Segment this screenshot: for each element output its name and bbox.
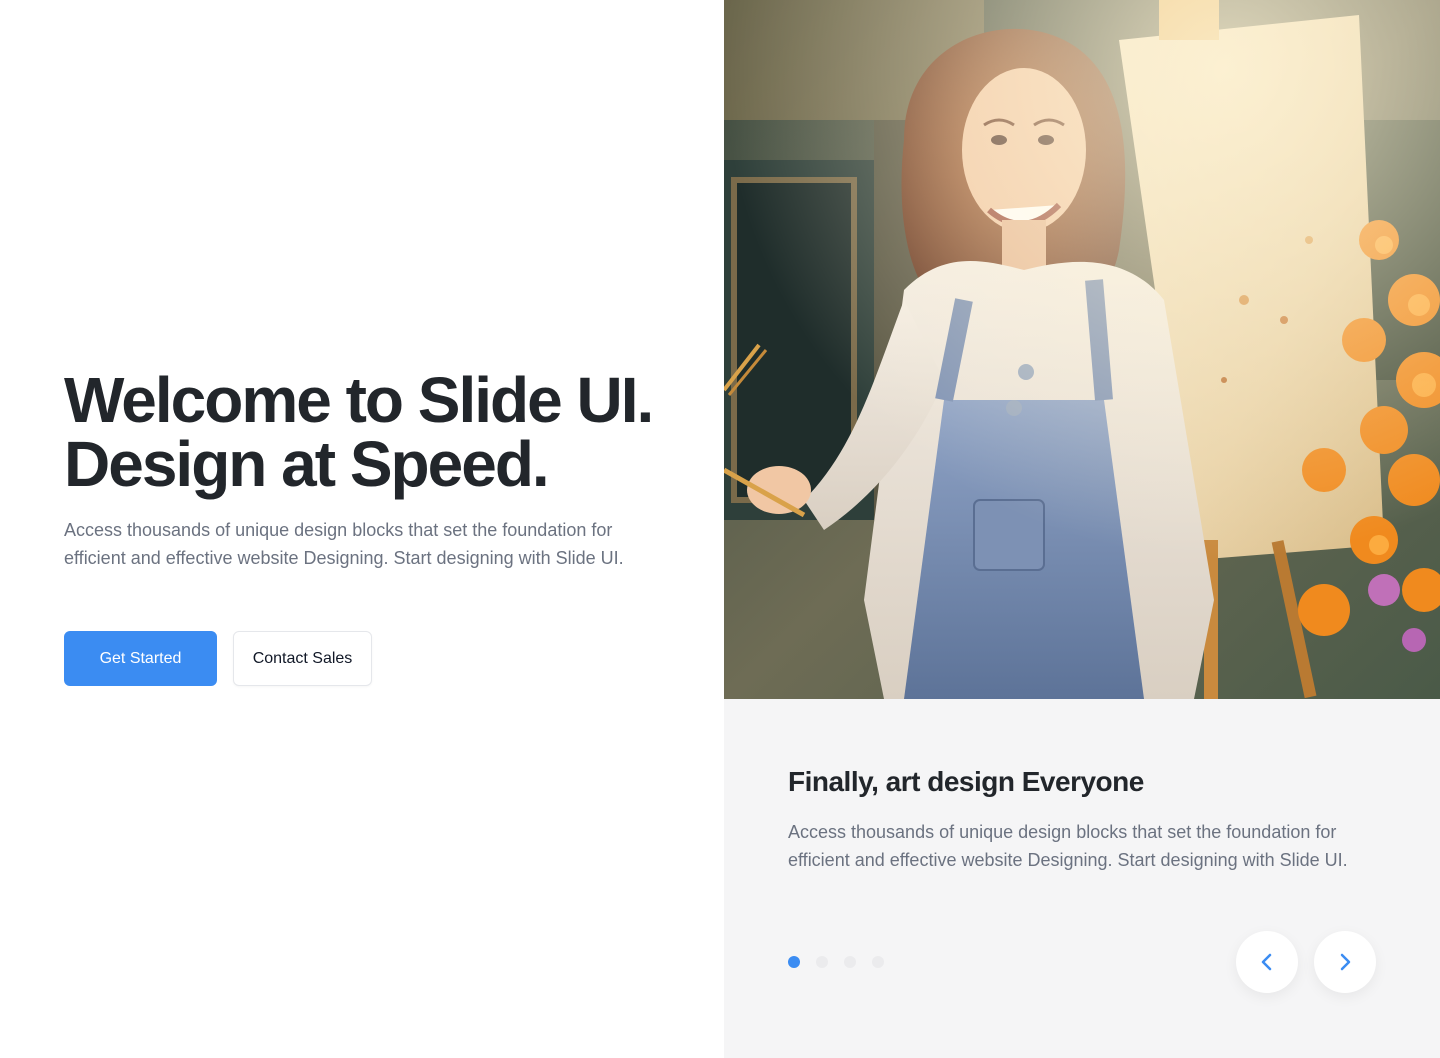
chevron-left-icon: [1261, 953, 1272, 971]
page: Welcome to Slide UI. Design at Speed. Ac…: [0, 0, 1440, 1058]
chevron-right-icon: [1340, 953, 1351, 971]
hero-title: Welcome to Slide UI. Design at Speed.: [64, 368, 684, 496]
slide-description: Access thousands of unique design blocks…: [788, 822, 1348, 870]
hero-section: Welcome to Slide UI. Design at Speed. Ac…: [0, 0, 724, 1058]
previous-slide-button[interactable]: [1236, 931, 1298, 993]
hero-title-line-1: Welcome to Slide UI.: [64, 364, 654, 436]
painter-photo: [724, 0, 1440, 699]
hero-actions: Get Started Contact Sales: [64, 631, 372, 686]
contact-sales-button[interactable]: Contact Sales: [233, 631, 372, 686]
slide-dot-3[interactable]: [844, 956, 856, 968]
get-started-button[interactable]: Get Started: [64, 631, 217, 686]
slide-title: Finally, art design Everyone: [788, 766, 1144, 797]
hero-title-line-2: Design at Speed.: [64, 428, 550, 500]
slide-dot-2[interactable]: [816, 956, 828, 968]
slide-dot-1[interactable]: [788, 956, 800, 968]
slide-image: [724, 0, 1440, 699]
hero-description: Access thousands of unique design blocks…: [64, 520, 624, 568]
slide-dot-4[interactable]: [872, 956, 884, 968]
next-slide-button[interactable]: [1314, 931, 1376, 993]
slider-section: Finally, art design Everyone Access thou…: [724, 0, 1440, 1058]
hero-copy: Welcome to Slide UI. Design at Speed. Ac…: [64, 368, 684, 572]
slide-card: Finally, art design Everyone Access thou…: [788, 764, 1368, 874]
slide-pagination: [788, 956, 884, 968]
